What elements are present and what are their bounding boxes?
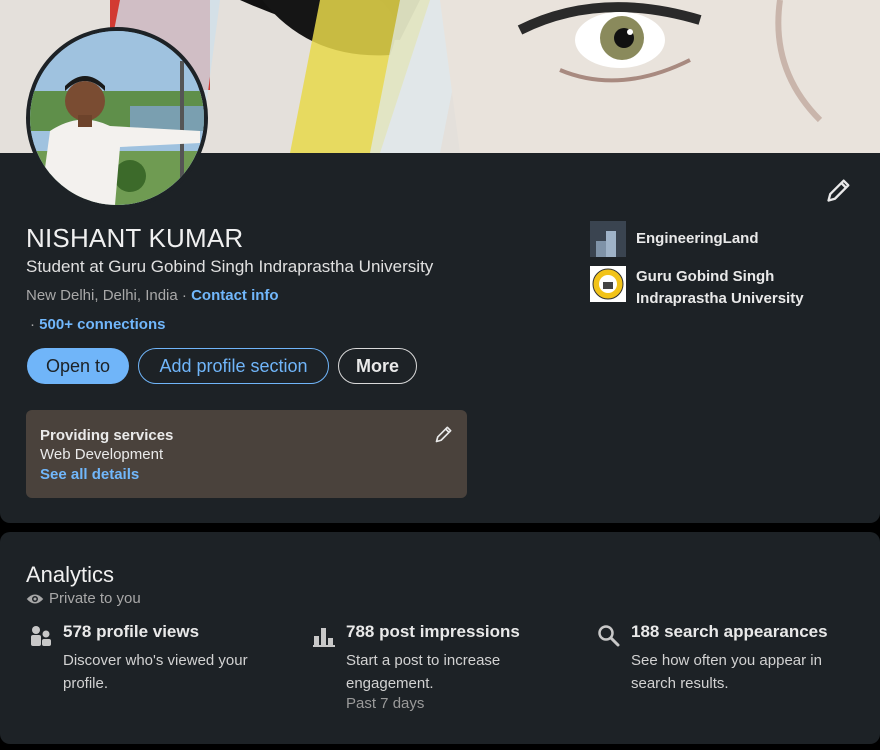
org-name: Guru Gobind Singh Indraprastha Universit…	[636, 268, 804, 307]
location-text: New Delhi, Delhi, India	[26, 287, 178, 304]
edit-services-pencil-icon[interactable]	[434, 424, 454, 444]
edit-profile-pencil-icon[interactable]	[825, 176, 853, 204]
search-appearances-description: See how often you appear in search resul…	[631, 652, 822, 692]
org-item-engineeringland[interactable]: EngineeringLand	[590, 221, 759, 257]
contact-info-link[interactable]: Contact info	[191, 287, 279, 304]
more-button[interactable]: More	[338, 348, 417, 384]
search-appearances-title[interactable]: 188 search appearances	[631, 622, 828, 642]
bar-chart-icon	[313, 628, 335, 647]
post-impressions-title[interactable]: 788 post impressions	[346, 622, 520, 642]
profile-photo[interactable]	[26, 27, 208, 209]
services-value: Web Development	[40, 446, 164, 463]
post-impressions-description: Start a post to increase engagement.	[346, 652, 501, 692]
company-logo-icon	[590, 221, 626, 257]
analytics-card: Analytics Private to you 578 profile vie…	[0, 532, 880, 744]
privacy-text: Private to you	[49, 590, 141, 607]
people-icon	[31, 626, 51, 646]
org-item-university[interactable]: Guru Gobind Singh Indraprastha Universit…	[590, 266, 816, 310]
university-logo-icon	[590, 266, 626, 302]
connections-link[interactable]: 500+ connections	[39, 316, 165, 333]
profile-views-description: Discover who's viewed your profile.	[63, 652, 248, 692]
open-to-button[interactable]: Open to	[27, 348, 129, 384]
profile-views-title[interactable]: 578 profile views	[63, 622, 199, 642]
profile-card: NISHANT KUMAR Student at Guru Gobind Sin…	[0, 0, 880, 523]
providing-services-card: Providing services Web Development See a…	[26, 410, 467, 498]
location-row: New Delhi, Delhi, India · Contact info	[26, 287, 279, 304]
search-icon	[598, 625, 620, 647]
org-name: EngineeringLand	[636, 230, 759, 247]
profile-headline: Student at Guru Gobind Singh Indraprasth…	[26, 257, 434, 276]
see-all-details-link[interactable]: See all details	[40, 466, 139, 483]
services-title: Providing services	[40, 427, 174, 444]
post-impressions-period: Past 7 days	[346, 695, 425, 712]
analytics-title: Analytics	[26, 562, 115, 587]
privacy-note: Private to you	[26, 590, 141, 607]
profile-name: NISHANT KUMAR	[26, 223, 244, 253]
add-profile-section-button[interactable]: Add profile section	[138, 348, 329, 384]
eye-icon	[26, 594, 44, 603]
connections-row: · 500+ connections	[30, 316, 165, 333]
separator: ·	[177, 287, 192, 304]
connections-prefix: ·	[30, 316, 40, 333]
